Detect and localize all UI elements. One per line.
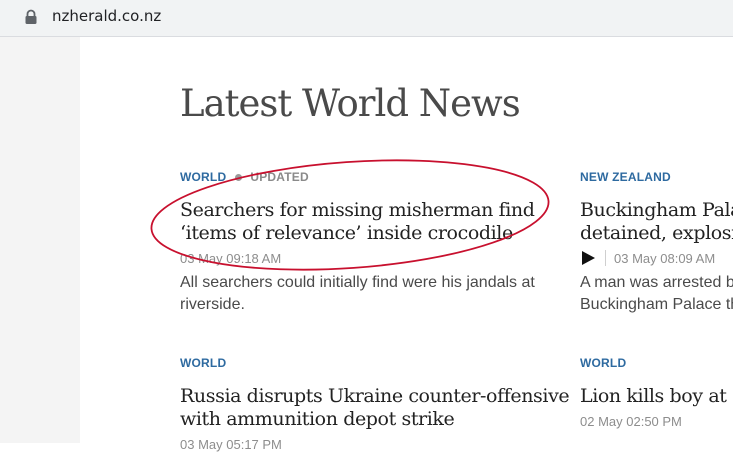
article-card: WORLD Lion kills boy at G 02 May 02:50 P… (580, 356, 733, 430)
category-label[interactable]: WORLD (180, 356, 226, 370)
annotation-ellipse (150, 159, 550, 271)
article-card: NEW ZEALAND Buckingham Pala detained, ex… (580, 170, 733, 316)
article-card: WORLD Russia disrupts Ukraine counter-of… (180, 356, 570, 453)
article-summary: A man was arrested by Buckingham Palace … (580, 272, 733, 316)
category-label[interactable]: NEW ZEALAND (580, 170, 671, 184)
headline-line: Lion kills boy at G (580, 385, 733, 407)
headline-line: Buckingham Pala (580, 199, 733, 221)
headline-line: with ammunition depot strike (180, 408, 455, 430)
summary-line: A man was arrested by (580, 274, 733, 291)
article-summary: All searchers could initially find were … (180, 272, 560, 316)
article-kicker: WORLD (180, 356, 560, 372)
timestamp: 02 May 02:50 PM (580, 413, 682, 429)
page-title: Latest World News (180, 82, 521, 125)
meta-divider (605, 250, 606, 266)
article-meta: 03 May 05:17 PM (180, 435, 560, 453)
browser-address-bar[interactable]: nzherald.co.nz (0, 0, 733, 37)
summary-line: Buckingham Palace th (580, 296, 733, 313)
timestamp: 03 May 05:17 PM (180, 436, 282, 452)
category-label[interactable]: WORLD (580, 356, 626, 370)
lock-icon (25, 9, 37, 24)
article-headline[interactable]: Lion kills boy at G (580, 385, 733, 408)
summary-line: riverside. (180, 296, 245, 313)
article-meta: 02 May 02:50 PM (580, 412, 733, 430)
article-headline[interactable]: Russia disrupts Ukraine counter-offensiv… (180, 385, 570, 431)
summary-line: All searchers could initially find were … (180, 274, 535, 291)
article-meta: 03 May 08:09 AM (580, 249, 733, 267)
article-kicker: NEW ZEALAND (580, 170, 733, 186)
article-kicker: WORLD (580, 356, 733, 372)
video-play-icon[interactable] (580, 250, 596, 266)
headline-line: detained, explosio (580, 222, 733, 244)
left-gutter (0, 37, 80, 443)
article-headline[interactable]: Buckingham Pala detained, explosio (580, 199, 733, 245)
timestamp: 03 May 08:09 AM (614, 250, 716, 266)
url-text[interactable]: nzherald.co.nz (52, 7, 161, 25)
headline-line: Russia disrupts Ukraine counter-offensiv… (180, 385, 570, 407)
